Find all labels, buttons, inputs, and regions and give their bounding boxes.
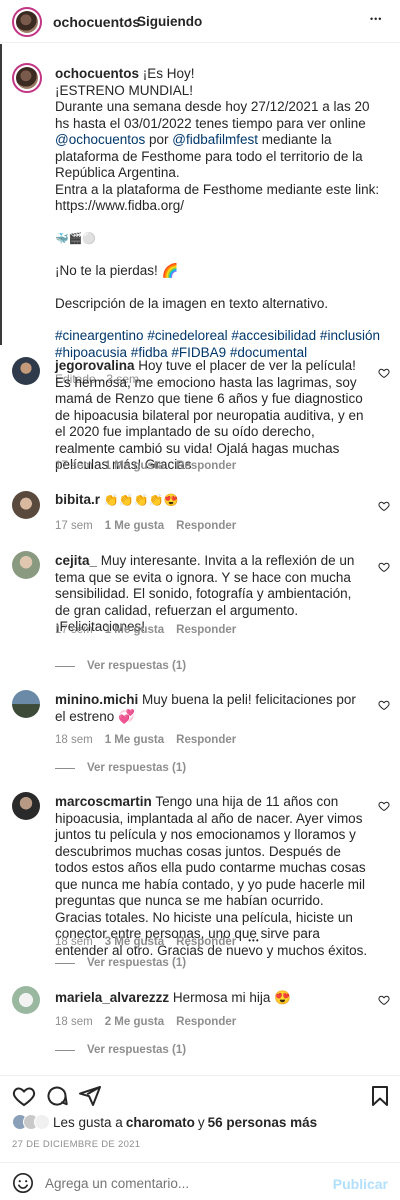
caption-line1: ¡Es Hoy!: [142, 66, 195, 81]
view-replies-button[interactable]: Ver respuestas (1): [55, 1044, 186, 1056]
view-replies-label[interactable]: Ver respuestas (1): [87, 762, 186, 774]
comment-like-icon[interactable]: [378, 800, 390, 812]
comment-more-button[interactable]: •••: [248, 936, 259, 948]
caption-username[interactable]: ochocuentos: [55, 66, 139, 81]
comment-text: 👏👏👏👏😍: [103, 493, 179, 507]
comment-username[interactable]: cejita_: [55, 553, 97, 568]
caption-emojis: 🐳🎬⚪: [55, 232, 97, 245]
comment-like-icon[interactable]: [378, 367, 390, 379]
comment-meta: 17 sem 1 Me gusta Responder: [55, 460, 236, 472]
caption-avatar[interactable]: [12, 63, 42, 93]
comment-avatar[interactable]: [12, 491, 40, 519]
comment-body: minino.michi Muy buena la peli! felicita…: [55, 692, 370, 725]
comment-likes[interactable]: 3 Me gusta: [105, 936, 164, 948]
likes-count[interactable]: 56 personas más: [208, 1115, 318, 1130]
comment-body: mariela_alvarezzz Hermosa mi hija 😍: [55, 990, 370, 1007]
comment-avatar[interactable]: [12, 986, 40, 1014]
comment-like-icon[interactable]: [378, 994, 390, 1006]
caption-alt-text: Descripción de la imagen en texto altern…: [55, 295, 329, 311]
comment-username[interactable]: marcoscmartin: [55, 794, 152, 809]
comment-time: 17 sem: [55, 460, 93, 472]
view-replies-button[interactable]: Ver respuestas (1): [55, 957, 186, 969]
likes-middle: y: [197, 1114, 205, 1130]
comment-text: Muy interesante. Invita a la reflexión d…: [55, 553, 355, 634]
view-replies-label[interactable]: Ver respuestas (1): [87, 660, 186, 672]
reply-button[interactable]: Responder: [176, 520, 236, 532]
caption-para2: Entra a la plataforma de Festhome median…: [55, 181, 380, 197]
comment-avatar[interactable]: [12, 357, 40, 385]
comment-text: Tengo una hija de 11 años con hipoacusia…: [55, 794, 368, 958]
more-options-button[interactable]: •••: [370, 14, 382, 24]
comment-likes[interactable]: 1 Me gusta: [105, 624, 164, 636]
like-heart-icon[interactable]: [12, 1084, 36, 1108]
comment-text: Hoy tuve el placer de ver la película! E…: [55, 358, 364, 472]
reply-button[interactable]: Responder: [176, 624, 236, 636]
caption-text-b: por: [145, 132, 173, 147]
comment-meta: 17 sem 1 Me gusta Responder: [55, 624, 236, 636]
post-header: ochocuentos • Siguiendo •••: [0, 0, 400, 43]
comment-text: Hermosa mi hija 😍: [172, 990, 291, 1005]
comment-username[interactable]: jegorovalina: [55, 358, 135, 373]
comment-time: 17 sem: [55, 624, 93, 636]
caption-hashtags-1[interactable]: #cineargentino #cinedeloreal #accesibili…: [55, 328, 385, 345]
comment-time: 18 sem: [55, 734, 93, 746]
comment-likes[interactable]: 1 Me gusta: [105, 460, 164, 472]
comment-bubble-icon[interactable]: [45, 1084, 69, 1108]
comment-meta: 18 sem 2 Me gusta Responder: [55, 1016, 236, 1028]
comment-time: 18 sem: [55, 1016, 93, 1028]
comment-input[interactable]: [45, 1171, 325, 1195]
comment-username[interactable]: mariela_alvarezzz: [55, 990, 169, 1005]
comment-like-icon[interactable]: [378, 561, 390, 573]
header-separator: •: [128, 15, 132, 26]
likes-summary: Les gusta a charomato y 56 personas más: [12, 1114, 317, 1130]
post-date: 27 DE DICIEMBRE DE 2021: [12, 1139, 141, 1150]
share-paperplane-icon[interactable]: [78, 1084, 102, 1108]
comment-body: jegorovalina Hoy tuve el placer de ver l…: [55, 358, 370, 474]
caption-url: https://www.fidba.org/: [55, 198, 185, 213]
emoji-smiley-icon[interactable]: [12, 1172, 34, 1194]
comment-time: 17 sem: [55, 520, 93, 532]
reply-button[interactable]: Responder: [176, 734, 236, 746]
follow-status-button[interactable]: Siguiendo: [137, 14, 202, 29]
likers-avatars[interactable]: [12, 1114, 50, 1130]
add-comment-bar: Publicar: [0, 1162, 400, 1200]
comment-time: 18 sem: [55, 936, 93, 948]
comment-meta: 18 sem 1 Me gusta Responder: [55, 734, 236, 746]
comment-username[interactable]: minino.michi: [55, 692, 138, 707]
liker-username[interactable]: charomato: [126, 1115, 195, 1130]
comment-body: marcoscmartin Tengo una hija de 11 años …: [55, 794, 370, 959]
mention-ochocuentos[interactable]: @ochocuentos: [55, 132, 145, 147]
view-replies-label[interactable]: Ver respuestas (1): [87, 957, 186, 969]
caption-text-a: Durante una semana desde hoy 27/12/2021 …: [55, 99, 370, 131]
caption-line2: ¡ESTRENO MUNDIAL!: [55, 82, 194, 98]
caption-divider: [0, 44, 2, 345]
view-replies-button[interactable]: Ver respuestas (1): [55, 762, 186, 774]
mention-fidbafilmfest[interactable]: @fidbafilmfest: [172, 132, 258, 147]
reply-button[interactable]: Responder: [176, 936, 236, 948]
view-replies-label[interactable]: Ver respuestas (1): [87, 1044, 186, 1056]
publish-button[interactable]: Publicar: [333, 1176, 388, 1192]
comment-like-icon[interactable]: [378, 500, 390, 512]
comment-likes[interactable]: 1 Me gusta: [105, 734, 164, 746]
profile-avatar[interactable]: [12, 7, 42, 37]
comment-like-icon[interactable]: [378, 699, 390, 711]
comment-username[interactable]: bibita.r: [55, 492, 100, 507]
comment-meta: 17 sem 1 Me gusta Responder: [55, 520, 236, 532]
view-replies-button[interactable]: Ver respuestas (1): [55, 660, 186, 672]
caption-no-te-la-pierdas: ¡No te la pierdas! 🌈: [55, 263, 179, 278]
comment-avatar[interactable]: [12, 551, 40, 579]
comment-likes[interactable]: 1 Me gusta: [105, 520, 164, 532]
comment-avatar[interactable]: [12, 690, 40, 718]
comment-body: bibita.r 👏👏👏👏😍: [55, 492, 370, 509]
caption: ochocuentos ¡Es Hoy! ¡ESTRENO MUNDIAL! D…: [55, 66, 385, 388]
post-actions: [0, 1075, 400, 1115]
comment-avatar[interactable]: [12, 792, 40, 820]
reply-button[interactable]: Responder: [176, 1016, 236, 1028]
comment-meta: 18 sem 3 Me gusta Responder •••: [55, 936, 260, 948]
comment-likes[interactable]: 2 Me gusta: [105, 1016, 164, 1028]
bookmark-icon[interactable]: [368, 1084, 392, 1108]
likes-prefix: Les gusta a: [53, 1114, 123, 1130]
reply-button[interactable]: Responder: [176, 460, 236, 472]
